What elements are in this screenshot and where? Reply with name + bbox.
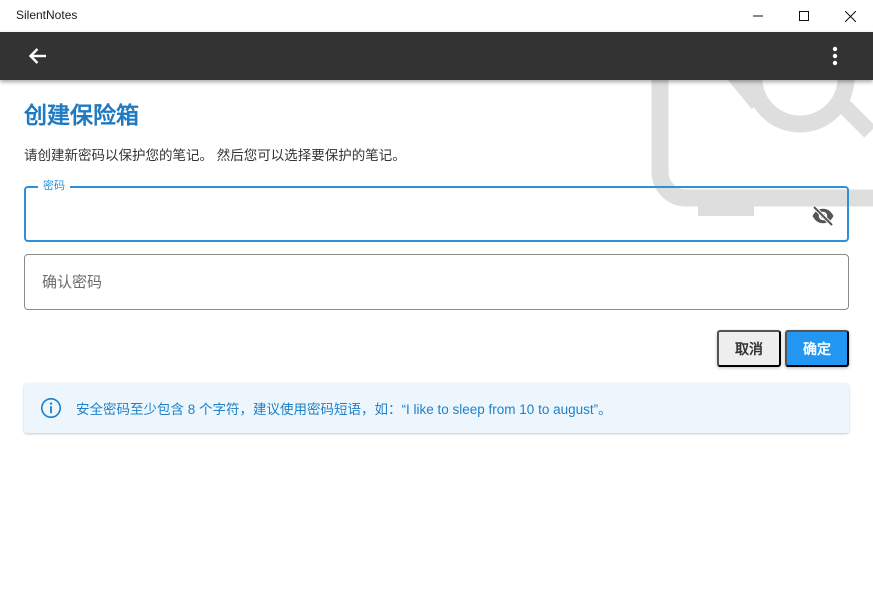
close-icon bbox=[844, 10, 856, 22]
close-button[interactable] bbox=[827, 0, 873, 32]
window-title: SilentNotes bbox=[16, 8, 78, 22]
info-alert: 安全密码至少包含 8 个字符，建议使用密码短语，如：“I like to sle… bbox=[24, 383, 849, 433]
toggle-password-visibility[interactable] bbox=[811, 204, 835, 228]
app-bar bbox=[0, 32, 873, 80]
window-titlebar: SilentNotes bbox=[0, 0, 873, 32]
minimize-icon bbox=[753, 15, 763, 17]
confirm-password-field bbox=[24, 254, 849, 310]
maximize-icon bbox=[799, 11, 809, 21]
page-title: 创建保险箱 bbox=[24, 102, 139, 128]
more-menu-button[interactable] bbox=[819, 40, 851, 72]
ok-button[interactable]: 确定 bbox=[785, 330, 849, 367]
arrow-left-icon bbox=[28, 48, 46, 64]
eye-off-icon bbox=[812, 205, 834, 227]
password-field: 密码 bbox=[24, 179, 849, 242]
alert-text: 安全密码至少包含 8 个字符，建议使用密码短语，如：“I like to sle… bbox=[76, 402, 612, 417]
more-vertical-icon bbox=[832, 46, 838, 66]
minimize-button[interactable] bbox=[735, 0, 781, 32]
cancel-button[interactable]: 取消 bbox=[717, 330, 781, 367]
back-button[interactable] bbox=[22, 40, 54, 72]
password-input[interactable] bbox=[26, 188, 847, 240]
maximize-button[interactable] bbox=[781, 0, 827, 32]
page-description: 请创建新密码以保护您的笔记。 然后您可以选择要保护的笔记。 bbox=[24, 148, 406, 163]
info-icon bbox=[40, 397, 62, 419]
confirm-password-input[interactable] bbox=[25, 255, 848, 309]
